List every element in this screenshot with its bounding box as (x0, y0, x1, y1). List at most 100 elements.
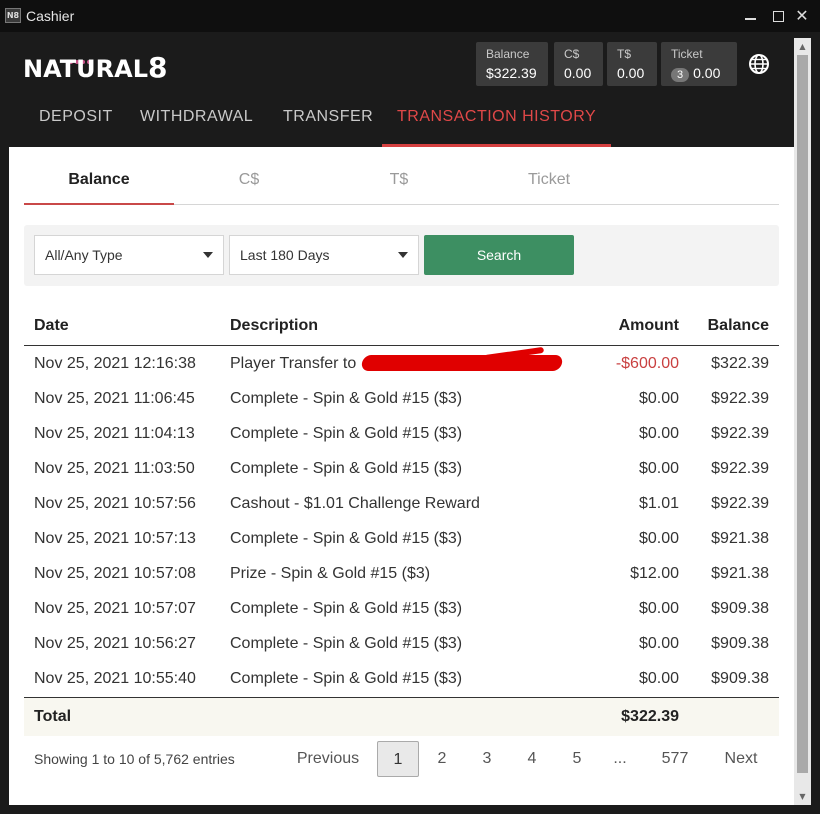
nav-deposit[interactable]: DEPOSIT (24, 102, 128, 147)
wallet-ticket: Ticket 3 0.00 (661, 42, 737, 86)
currency-tabs: Balance C$ T$ Ticket (24, 161, 779, 205)
table-row: Nov 25, 2021 10:57:07 Complete - Spin & … (24, 591, 779, 626)
tab-cs[interactable]: C$ (174, 161, 324, 204)
app-logo-icon: N8 (5, 8, 21, 23)
wallet-ts-value: 0.00 (617, 65, 645, 81)
page-1-button[interactable]: 1 (377, 741, 419, 777)
brand-logo: NATURAL8 (23, 51, 168, 84)
total-amount: $322.39 (621, 708, 679, 725)
wallet-cs: C$ 0.00 (554, 42, 603, 86)
table-row: Nov 25, 2021 11:04:13 Complete - Spin & … (24, 416, 779, 451)
row-balance: $909.38 (711, 635, 769, 652)
wallet-balance-value: $322.39 (486, 65, 537, 81)
table-row: Nov 25, 2021 10:57:13 Complete - Spin & … (24, 521, 779, 556)
page-577-button[interactable]: 577 (658, 741, 692, 777)
row-date: Nov 25, 2021 11:04:13 (34, 425, 195, 442)
chevron-down-icon (398, 252, 408, 258)
table-row: Nov 25, 2021 10:57:08 Prize - Spin & Gol… (24, 556, 779, 591)
total-label: Total (34, 708, 72, 725)
row-description: Complete - Spin & Gold #15 ($3) (230, 670, 463, 687)
row-description: Complete - Spin & Gold #15 ($3) (230, 425, 463, 442)
maximize-icon (772, 11, 784, 22)
main-nav: DEPOSIT WITHDRAWAL TRANSFER TRANSACTION … (9, 102, 794, 147)
wallet-balance-label: Balance (486, 47, 530, 61)
row-balance: $922.39 (711, 460, 769, 477)
scroll-up-icon[interactable]: ▲ (794, 38, 811, 55)
minimize-icon (744, 18, 756, 20)
type-select-value: All/Any Type (45, 247, 123, 263)
row-description: Complete - Spin & Gold #15 ($3) (230, 530, 463, 547)
type-select[interactable]: All/Any Type (34, 235, 224, 275)
row-date: Nov 25, 2021 10:57:08 (34, 565, 196, 582)
row-balance: $909.38 (711, 670, 769, 687)
header-description: Description (230, 317, 319, 334)
row-date: Nov 25, 2021 10:57:56 (34, 495, 196, 512)
chevron-down-icon (203, 252, 213, 258)
table-row: Nov 25, 2021 10:55:40 Complete - Spin & … (24, 661, 779, 696)
filter-bar: All/Any Type Last 180 Days Search (24, 225, 779, 286)
date-range-select[interactable]: Last 180 Days (229, 235, 419, 275)
row-description: Player Transfer to (230, 355, 357, 372)
maximize-button[interactable] (768, 6, 788, 26)
row-amount: $0.00 (638, 600, 679, 617)
row-balance: $909.38 (711, 600, 769, 617)
wallet-cs-label: C$ (564, 47, 580, 61)
next-button[interactable]: Next (718, 741, 764, 777)
date-range-select-value: Last 180 Days (240, 247, 330, 263)
scroll-down-icon[interactable]: ▼ (794, 788, 811, 805)
tab-ts[interactable]: T$ (324, 161, 474, 204)
row-date: Nov 25, 2021 10:57:13 (34, 530, 196, 547)
row-date: Nov 25, 2021 12:16:38 (34, 355, 196, 372)
page-5-button[interactable]: 5 (567, 741, 587, 777)
table-row: Nov 25, 2021 10:57:56 Cashout - $1.01 Ch… (24, 486, 779, 521)
nav-transaction-history[interactable]: TRANSACTION HISTORY (382, 102, 612, 147)
row-amount: $1.01 (638, 495, 679, 512)
previous-button[interactable]: Previous (293, 741, 363, 777)
row-amount: $0.00 (638, 670, 679, 687)
page-4-button[interactable]: 4 (522, 741, 542, 777)
table-row: Nov 25, 2021 11:03:50 Complete - Spin & … (24, 451, 779, 486)
redaction-mark (360, 355, 564, 371)
minimize-button[interactable] (740, 6, 760, 26)
page-2-button[interactable]: 2 (432, 741, 452, 777)
wallet-ticket-label: Ticket (671, 47, 703, 61)
page-3-button[interactable]: 3 (477, 741, 497, 777)
row-amount: $0.00 (638, 635, 679, 652)
globe-icon[interactable] (748, 53, 770, 75)
row-date: Nov 25, 2021 11:06:45 (34, 390, 195, 407)
header-balance: Balance (707, 317, 769, 334)
pagination-bar: Showing 1 to 10 of 5,762 entries Previou… (24, 739, 779, 779)
row-balance: $921.38 (711, 565, 769, 582)
wallet-ts-label: T$ (617, 47, 632, 61)
close-button[interactable]: ✕ (792, 6, 812, 26)
vertical-scrollbar[interactable]: ▲ ▼ (794, 38, 811, 805)
table-row: Nov 25, 2021 11:06:45 Complete - Spin & … (24, 381, 779, 416)
row-description: Cashout - $1.01 Challenge Reward (230, 495, 480, 512)
row-description: Complete - Spin & Gold #15 ($3) (230, 460, 463, 477)
nav-transfer[interactable]: TRANSFER (268, 102, 388, 147)
row-date: Nov 25, 2021 10:56:27 (34, 635, 196, 652)
scroll-thumb[interactable] (797, 55, 808, 773)
row-amount: $0.00 (638, 425, 679, 442)
pagination-ellipsis: ... (613, 750, 627, 767)
row-description: Complete - Spin & Gold #15 ($3) (230, 390, 463, 407)
header-amount: Amount (618, 317, 679, 334)
row-amount: $0.00 (638, 390, 679, 407)
wallet-ticket-value: 0.00 (693, 65, 721, 81)
tab-balance[interactable]: Balance (24, 161, 174, 205)
search-button[interactable]: Search (424, 235, 574, 275)
row-amount: $0.00 (638, 460, 679, 477)
window-titlebar: N8 Cashier ✕ (0, 0, 820, 32)
window-title: Cashier (26, 8, 75, 24)
row-description: Complete - Spin & Gold #15 ($3) (230, 635, 463, 652)
table-row: Nov 25, 2021 12:16:38 Player Transfer to… (24, 346, 779, 381)
tab-ticket[interactable]: Ticket (474, 161, 624, 204)
nav-withdrawal[interactable]: WITHDRAWAL (125, 102, 268, 147)
close-icon: ✕ (795, 6, 809, 25)
row-balance: $922.39 (711, 425, 769, 442)
cashier-header: NATURAL8 Balance $322.39 C$ 0.00 T$ 0.00… (9, 32, 794, 147)
entries-info: Showing 1 to 10 of 5,762 entries (34, 751, 235, 767)
row-amount: -$600.00 (615, 355, 679, 372)
row-balance: $921.38 (711, 530, 769, 547)
transaction-history-panel: Balance C$ T$ Ticket All/Any Type Last 1… (9, 147, 794, 805)
